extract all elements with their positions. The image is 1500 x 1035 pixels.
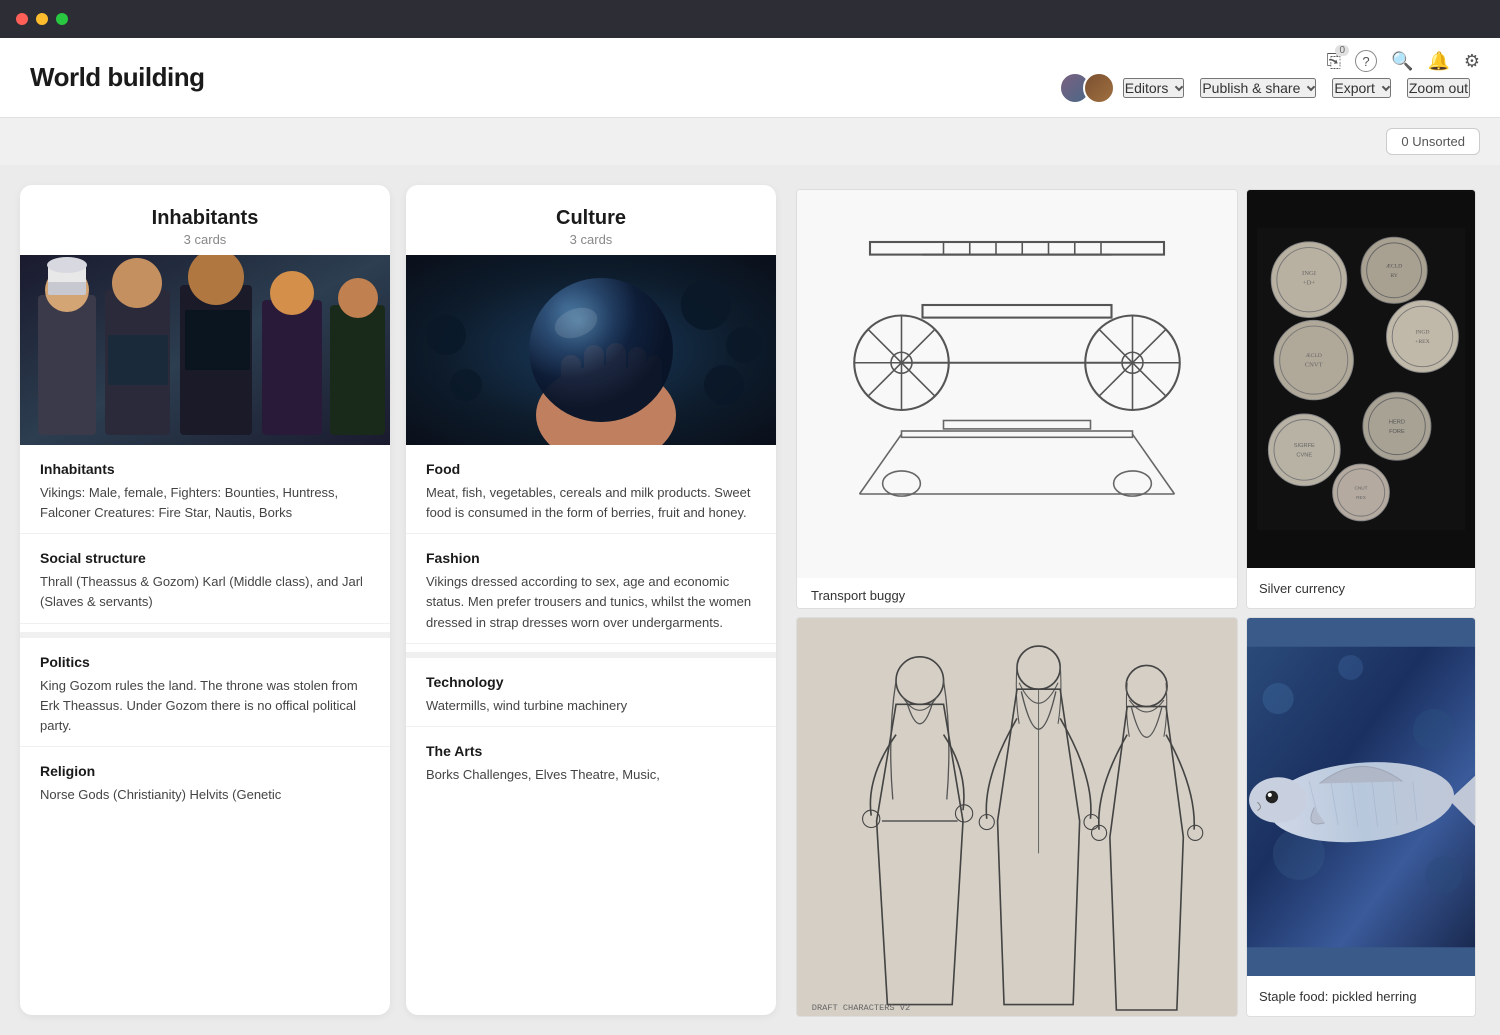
canvas-area: Transport buggy INGI +D+ ÆCLD RY [792, 185, 1480, 1015]
bell-icon[interactable]: 🔔 [1427, 51, 1449, 72]
svg-text:CVNE: CVNE [1296, 453, 1312, 459]
culture-section-title-4: The Arts [426, 743, 756, 759]
culture-header: Culture 3 cards [406, 185, 776, 255]
culture-title: Culture [422, 207, 760, 230]
maximize-dot[interactable] [56, 13, 68, 25]
inhabitants-section-text-2: Thrall (Theassus & Gozom) Karl (Middle c… [40, 572, 370, 612]
coins-svg: INGI +D+ ÆCLD RY INGD +REX ÆCLD [1257, 200, 1465, 558]
publish-chevron [1307, 82, 1315, 90]
svg-text:CNVT: CNVT [1305, 362, 1323, 369]
culture-section-text-4: Borks Challenges, Elves Theatre, Music, [426, 765, 756, 785]
culture-section-title-3: Technology [426, 674, 756, 690]
svg-text:INGI: INGI [1302, 270, 1316, 277]
staple-food-label: Staple food: pickled herring [1247, 976, 1475, 1016]
culture-section-2: Fashion Vikings dressed according to sex… [406, 534, 776, 643]
titlebar [0, 0, 1500, 38]
svg-text:REX: REX [1356, 495, 1367, 501]
inhabitants-count: 3 cards [36, 232, 374, 247]
inhabitants-section-text-3: King Gozom rules the land. The throne wa… [40, 676, 370, 736]
editors-button[interactable]: Editors [1123, 78, 1185, 98]
publish-button[interactable]: Publish & share [1200, 78, 1316, 98]
sketches-svg: DRAFT CHARACTERS V2 [801, 626, 1233, 1016]
culture-section-text-3: Watermills, wind turbine machinery [426, 696, 756, 716]
main-content: Inhabitants 3 cards [0, 165, 1500, 1035]
export-chevron [1382, 82, 1390, 90]
editors-chevron [1175, 82, 1183, 90]
inhabitants-section-title-4: Religion [40, 763, 370, 779]
svg-text:FORE: FORE [1389, 429, 1405, 435]
inhabitants-section-title-1: Inhabitants [40, 461, 370, 477]
svg-text:CNUT: CNUT [1354, 486, 1367, 492]
toolbar: 0 Unsorted [0, 118, 1500, 165]
help-icon[interactable]: ? [1355, 50, 1377, 72]
silver-currency-label: Silver currency [1247, 568, 1475, 608]
silver-currency-image: INGI +D+ ÆCLD RY INGD +REX ÆCLD [1247, 190, 1475, 568]
search-icon[interactable]: 🔍 [1391, 51, 1413, 72]
culture-image [406, 255, 776, 445]
silver-currency-card[interactable]: INGI +D+ ÆCLD RY INGD +REX ÆCLD [1246, 189, 1476, 609]
inhabitants-section-title-3: Politics [40, 654, 370, 670]
page-title: World building [30, 62, 204, 93]
character-sketches-card[interactable]: DRAFT CHARACTERS V2 [796, 617, 1238, 1017]
culture-section-title-1: Food [426, 461, 756, 477]
svg-text:HERD: HERD [1389, 419, 1405, 425]
inhabitants-title: Inhabitants [36, 207, 374, 230]
culture-section-text-1: Meat, fish, vegetables, cereals and milk… [426, 483, 756, 523]
topbar-icons: ⎘ 0 ? 🔍 🔔 ⚙ [1327, 50, 1480, 72]
staple-food-card[interactable]: Staple food: pickled herring [1246, 617, 1476, 1017]
transport-buggy-image [797, 190, 1237, 578]
inhabitants-image [20, 255, 390, 445]
svg-text:ÆCLD: ÆCLD [1306, 353, 1322, 359]
inhabitants-section-2: Social structure Thrall (Theassus & Gozo… [20, 534, 390, 623]
avatar-2 [1083, 72, 1115, 104]
svg-text:INGD: INGD [1415, 330, 1429, 336]
culture-column: Culture 3 cards [406, 185, 776, 1015]
staple-food-image [1247, 618, 1475, 976]
svg-text:DRAFT CHARACTERS V2: DRAFT CHARACTERS V2 [812, 1003, 910, 1013]
editor-avatars [1059, 72, 1115, 104]
transport-buggy-label: Transport buggy [797, 578, 1237, 610]
svg-text:RY: RY [1390, 273, 1398, 279]
inhabitants-section-title-2: Social structure [40, 550, 370, 566]
culture-section-1: Food Meat, fish, vegetables, cereals and… [406, 445, 776, 534]
inhabitants-section-text-4: Norse Gods (Christianity) Helvits (Genet… [40, 785, 370, 805]
transport-buggy-card[interactable]: Transport buggy [796, 189, 1238, 609]
export-button[interactable]: Export [1332, 78, 1390, 98]
culture-section-3: Technology Watermills, wind turbine mach… [406, 652, 776, 727]
culture-count: 3 cards [422, 232, 760, 247]
svg-text:ÆCLD: ÆCLD [1386, 263, 1402, 269]
inhabitants-section-3: Politics King Gozom rules the land. The … [20, 632, 390, 747]
unsorted-button[interactable]: 0 Unsorted [1386, 128, 1480, 155]
editors-section: Editors [1059, 72, 1185, 104]
svg-text:+REX: +REX [1415, 339, 1430, 345]
culture-illustration [406, 255, 776, 445]
zoom-out-button[interactable]: Zoom out [1407, 78, 1470, 98]
topbar: World building ⎘ 0 ? 🔍 🔔 ⚙ Editors Publi… [0, 38, 1500, 118]
inhabitants-section-4: Religion Norse Gods (Christianity) Helvi… [20, 747, 390, 815]
character-sketches-image: DRAFT CHARACTERS V2 [797, 618, 1237, 1016]
clipboard-badge: 0 [1335, 45, 1349, 56]
svg-text:+D+: +D+ [1303, 279, 1316, 286]
inhabitants-section-1: Inhabitants Vikings: Male, female, Fight… [20, 445, 390, 534]
close-dot[interactable] [16, 13, 28, 25]
vikings-illustration [20, 255, 390, 445]
culture-section-4: The Arts Borks Challenges, Elves Theatre… [406, 727, 776, 795]
transport-buggy-svg [807, 200, 1227, 568]
inhabitants-header: Inhabitants 3 cards [20, 185, 390, 255]
culture-section-title-2: Fashion [426, 550, 756, 566]
inhabitants-column: Inhabitants 3 cards [20, 185, 390, 1015]
svg-text:SIGRFE: SIGRFE [1294, 443, 1315, 449]
clipboard-icon-wrapper: ⎘ 0 [1327, 51, 1341, 72]
settings-icon[interactable]: ⚙ [1464, 51, 1480, 72]
culture-section-text-2: Vikings dressed according to sex, age an… [426, 572, 756, 632]
inhabitants-section-text-1: Vikings: Male, female, Fighters: Bountie… [40, 483, 370, 523]
herring-svg [1247, 618, 1475, 976]
topbar-controls: Editors Publish & share Export Zoom out [1059, 72, 1470, 104]
minimize-dot[interactable] [36, 13, 48, 25]
